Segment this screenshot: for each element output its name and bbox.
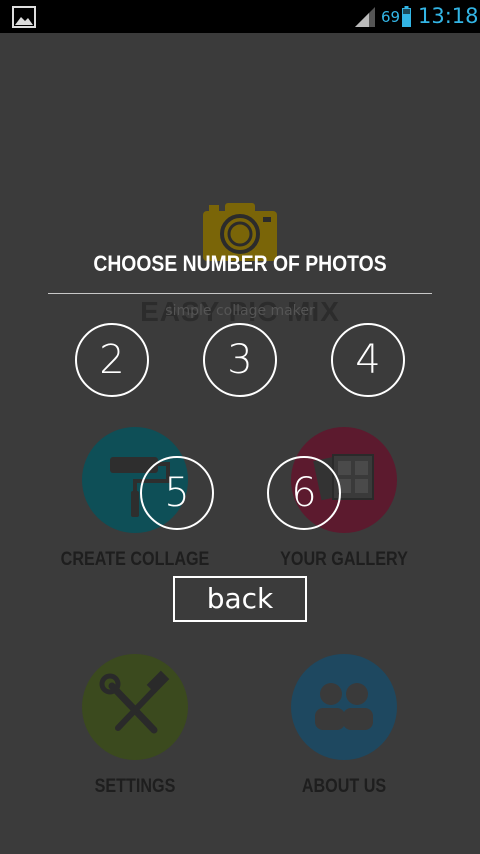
option-2-button[interactable]: 2 — [75, 323, 149, 397]
app-subtitle: simple collage maker — [165, 303, 315, 319]
settings-label: SETTINGS — [94, 776, 176, 797]
signal-icon — [355, 7, 375, 27]
option-5-button[interactable]: 5 — [140, 456, 214, 530]
battery-icon — [402, 6, 411, 27]
about-us-button[interactable] — [291, 654, 397, 760]
option-6-button[interactable]: 6 — [267, 456, 341, 530]
create-collage-label: CREATE COLLAGE — [60, 549, 210, 570]
option-3-button[interactable]: 3 — [203, 323, 277, 397]
dialog-divider — [48, 293, 432, 294]
back-button[interactable]: back — [173, 576, 307, 622]
gallery-notification-icon — [12, 6, 36, 28]
your-gallery-label: YOUR GALLERY — [280, 549, 408, 570]
people-icon — [315, 683, 373, 730]
screen: 69 13:18 EASY PIC MIX simple collage mak… — [0, 0, 480, 854]
option-4-button[interactable]: 4 — [331, 323, 405, 397]
status-clock: 13:18 — [418, 4, 479, 28]
status-bar: 69 13:18 — [0, 0, 480, 33]
about-us-label: ABOUT US — [301, 776, 387, 797]
tools-icon — [99, 670, 170, 734]
battery-level-text: 69 — [381, 8, 401, 26]
dialog-title: CHOOSE NUMBER OF PHOTOS — [93, 251, 387, 276]
settings-button[interactable] — [82, 654, 188, 760]
app-background: EASY PIC MIX simple collage maker CREATE… — [0, 33, 480, 854]
